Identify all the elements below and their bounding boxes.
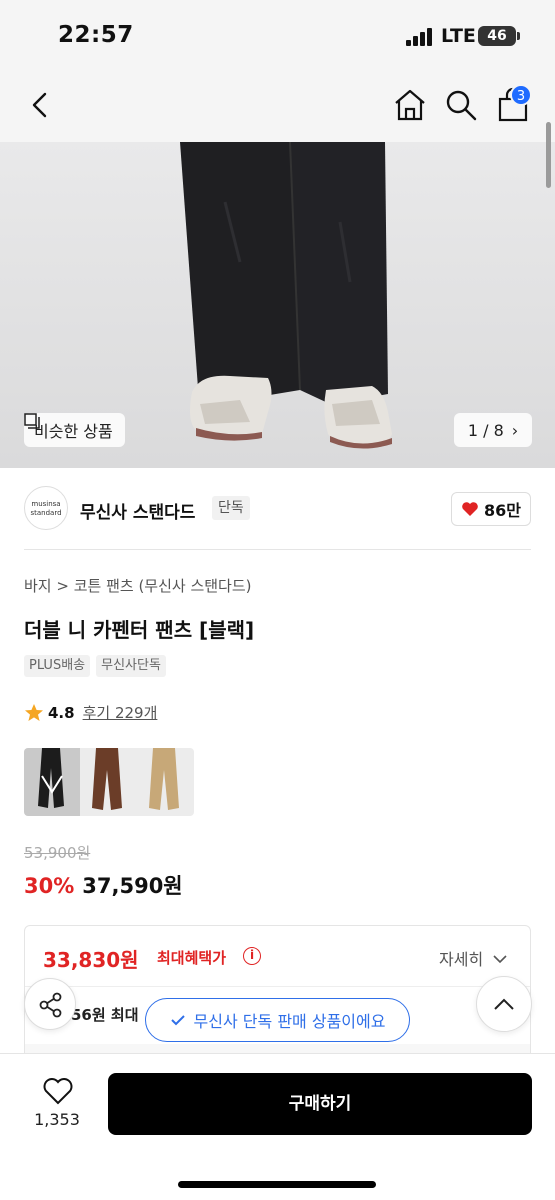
star-icon [25, 703, 43, 721]
color-options [24, 748, 194, 816]
tag-exclusive: 무신사단독 [96, 655, 166, 677]
home-indicator [178, 1181, 376, 1188]
product-image[interactable]: 비슷한 상품 1 / 8 › [0, 142, 555, 468]
scroll-top-button[interactable] [476, 976, 532, 1032]
exclusive-tag: 단독 [212, 496, 250, 520]
heart-filled-icon [462, 502, 478, 516]
search-icon[interactable] [444, 88, 478, 122]
max-benefit-label: 최대혜택가 [157, 949, 227, 967]
wish-count: 1,353 [34, 1110, 80, 1129]
share-button[interactable] [24, 978, 76, 1030]
scroll-indicator [546, 122, 551, 188]
brand-like-count: 86만 [484, 501, 521, 520]
image-page-counter[interactable]: 1 / 8 › [454, 413, 532, 447]
bottom-bar: 1,353 구매하기 [0, 1053, 555, 1200]
brand-like-button[interactable]: 86만 [451, 492, 531, 526]
reviews-link[interactable]: 후기 229개 [83, 702, 158, 723]
max-benefit-price: 33,830원 [43, 948, 139, 972]
color-option-black[interactable] [24, 748, 80, 816]
color-option-brown[interactable] [80, 748, 136, 816]
nav-bar: 3 [0, 70, 555, 142]
toast-text: 무신사 단독 판매 상품이에요 [193, 1012, 386, 1031]
similar-products-label: 비슷한 상품 [34, 422, 113, 441]
breadcrumb[interactable]: 바지 > 코튼 팬츠 (무신사 스탠다드) [24, 575, 252, 596]
black-pants-thumbnail [38, 748, 64, 808]
benefit-sub-text: 56원 최대 [71, 1006, 139, 1024]
brown-pants-thumbnail [92, 748, 122, 810]
signal-icon [406, 28, 432, 46]
back-icon[interactable] [26, 90, 56, 120]
sale-price-row: 30% 37,590원 [24, 870, 183, 900]
brand-name[interactable]: 무신사 스탠다드 [80, 498, 195, 523]
similar-items-icon [24, 413, 40, 429]
network-label: LTE [441, 25, 476, 47]
heart-outline-icon[interactable] [42, 1076, 74, 1106]
similar-products-button[interactable]: 비슷한 상품 [24, 413, 125, 447]
sale-price: 37,590원 [82, 874, 183, 898]
tag-plus-delivery: PLUS배송 [24, 655, 91, 677]
battery-icon: 46 [478, 26, 520, 46]
product-title: 더블 니 카펜터 팬츠 [블랙] [24, 618, 255, 642]
chevron-down-icon [493, 955, 507, 964]
status-time: 22:57 [58, 22, 134, 48]
info-icon[interactable]: i [243, 947, 261, 965]
brand-row[interactable]: musinsa standard 무신사 스탠다드 단독 86만 [0, 468, 555, 550]
brand-logo: musinsa standard [24, 486, 68, 530]
cart-count-badge: 3 [510, 84, 532, 106]
check-icon [170, 1015, 185, 1026]
exclusive-toast: 무신사 단독 판매 상품이에요 [145, 998, 410, 1042]
discount-rate: 30% [24, 874, 75, 898]
beige-pants-thumbnail [149, 748, 179, 810]
buy-button[interactable]: 구매하기 [108, 1073, 532, 1135]
home-icon[interactable] [393, 88, 427, 122]
product-tags: PLUS배송 무신사단독 [24, 655, 166, 677]
page-counter-text: 1 / 8 [467, 420, 504, 440]
benefit-detail-button[interactable]: 자세히 [439, 946, 508, 970]
chevron-right-icon: › [511, 420, 519, 440]
divider [25, 986, 530, 987]
divider [24, 549, 531, 550]
chevron-up-icon [494, 998, 514, 1010]
original-price: 53,900원 [24, 844, 91, 862]
status-bar: 22:57 LTE 46 [0, 0, 555, 70]
rating-score: 4.8 [48, 703, 75, 722]
max-benefit-box: 33,830원 최대혜택가 i 자세히 56원 최대 [24, 925, 531, 1065]
rating-row[interactable]: 4.8 후기 229개 [24, 702, 157, 723]
color-option-beige[interactable] [136, 748, 194, 816]
share-icon [39, 992, 62, 1018]
